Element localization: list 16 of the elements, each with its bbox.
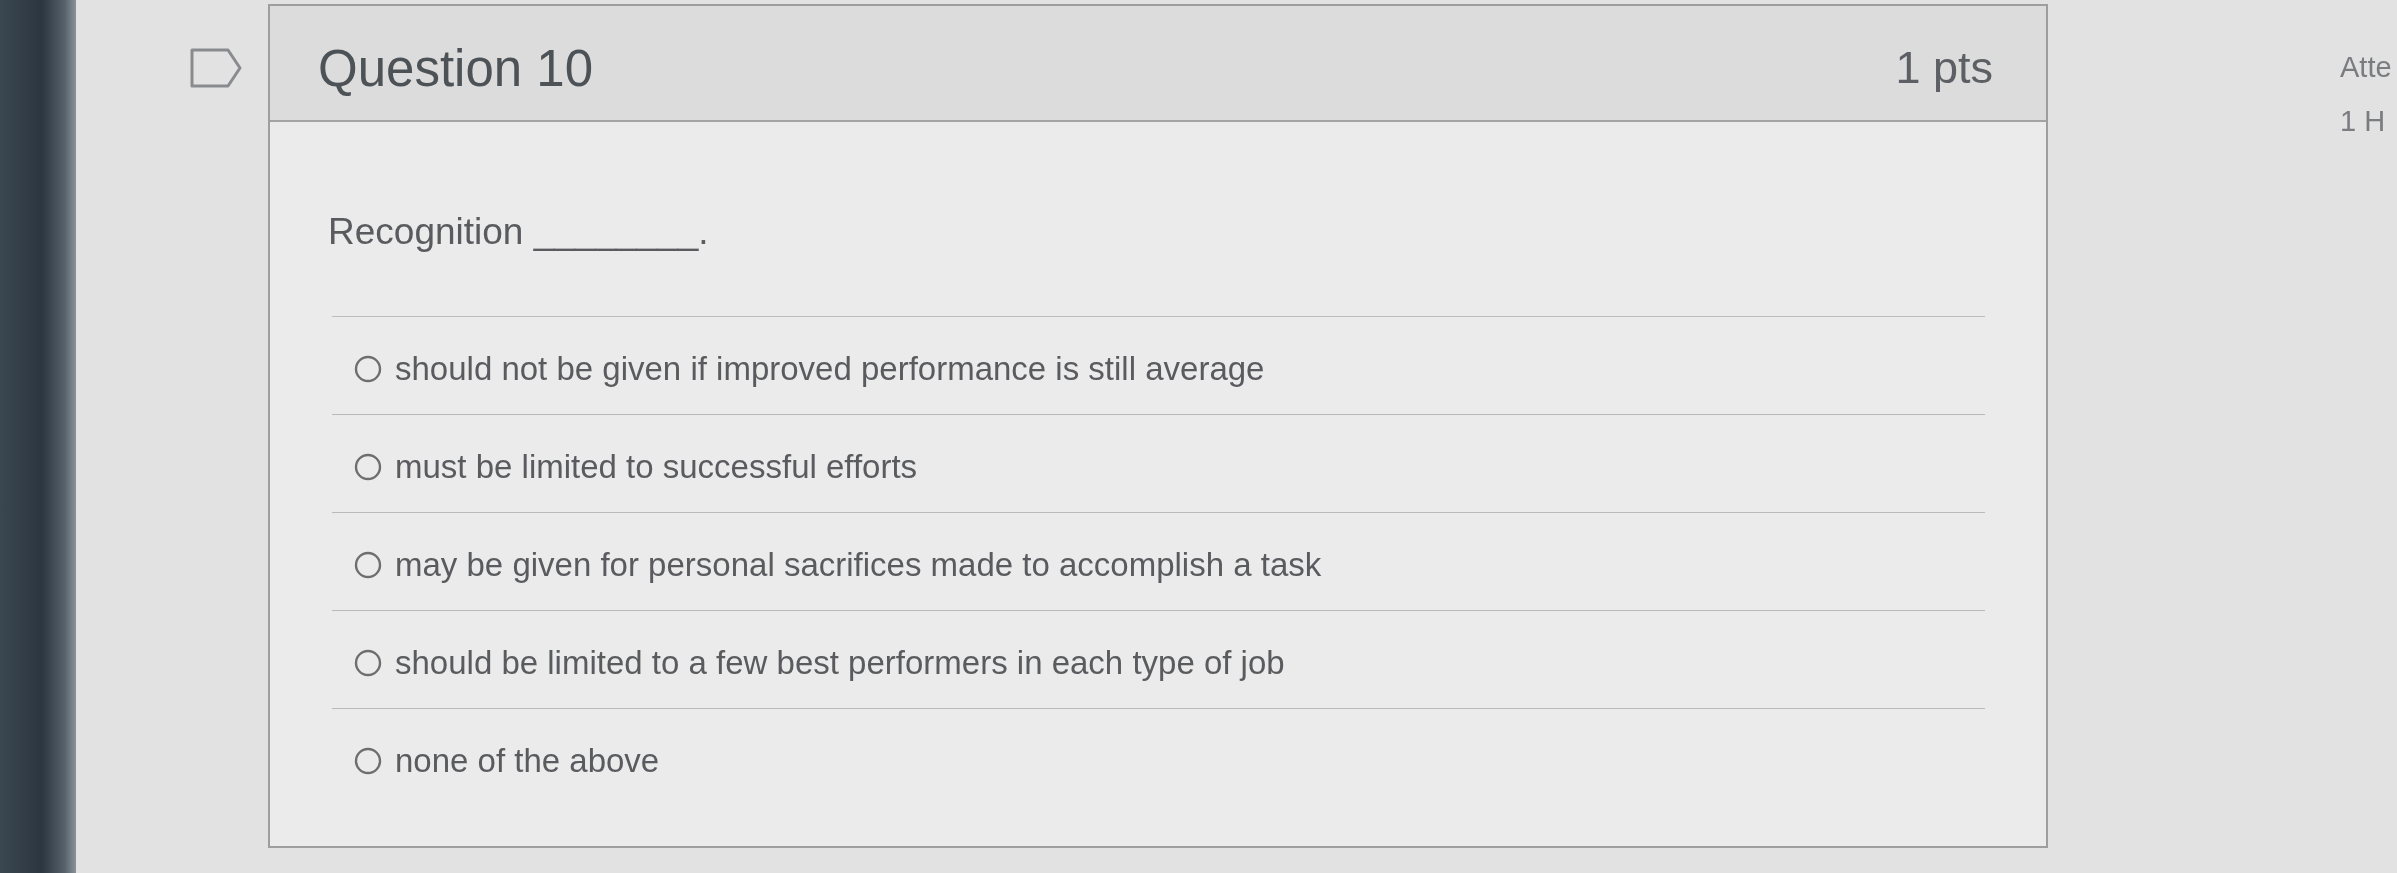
answer-option[interactable]: should be limited to a few best performers in each type of job — [395, 643, 1285, 682]
flag-icon[interactable] — [190, 48, 242, 88]
answer-option[interactable]: should not be given if improved performance is still average — [395, 349, 1265, 388]
points-label: 1 pts — [1895, 42, 1993, 94]
radio-button[interactable] — [354, 648, 382, 677]
radio-button[interactable] — [354, 747, 382, 775]
question-title: Question 10 — [318, 38, 594, 98]
answer-option[interactable]: may be given for personal sacrifices made to accomplish a task — [395, 545, 1322, 584]
question-text: Recognition ________. — [328, 210, 709, 254]
radio-button[interactable] — [354, 354, 382, 383]
answer-option[interactable]: none of the above — [395, 742, 660, 780]
radio-button[interactable] — [354, 452, 382, 481]
side-panel-text: Atte — [2340, 50, 2393, 85]
radio-button[interactable] — [354, 550, 382, 579]
answer-option[interactable]: must be limited to successful efforts — [395, 447, 918, 486]
side-panel-text: 1 H — [2340, 104, 2387, 139]
